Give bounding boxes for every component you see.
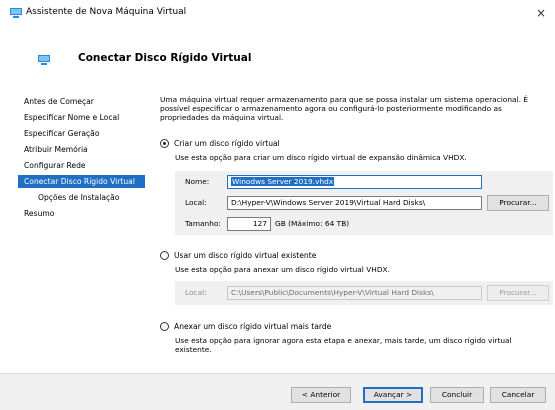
monitor-icon bbox=[10, 8, 22, 18]
vhd-size-field[interactable]: 127 bbox=[227, 217, 271, 231]
sidebar-item-generation[interactable]: Especificar Geração bbox=[18, 127, 145, 140]
existing-browse-button[interactable]: Procurar... bbox=[487, 285, 549, 301]
location-label: Local: bbox=[185, 198, 207, 207]
size-label: Tamanho: bbox=[185, 219, 221, 228]
use-existing-vhd-group: Local: C:\Users\Public\Documents\Hyper-V… bbox=[175, 281, 553, 305]
create-vhd-radio[interactable]: Criar um disco rígido virtual bbox=[160, 139, 280, 148]
vhd-name-value: Winodws Server 2019.vhdx bbox=[231, 177, 335, 186]
page-title: Conectar Disco Rígido Virtual bbox=[78, 52, 252, 64]
attach-later-label: Anexar um disco rígido virtual mais tard… bbox=[174, 322, 332, 331]
sidebar-item-installation-options[interactable]: Opções de Instalação bbox=[18, 191, 145, 204]
use-existing-vhd-label: Usar um disco rígido virtual existente bbox=[174, 251, 317, 260]
existing-location-field[interactable]: C:\Users\Public\Documents\Hyper-V\Virtua… bbox=[227, 286, 482, 300]
attach-later-hint: Use esta opção para ignorar agora esta e… bbox=[175, 336, 512, 354]
previous-button[interactable]: < Anterior bbox=[291, 387, 351, 403]
radio-unchecked-icon[interactable] bbox=[160, 251, 169, 260]
window-title: Assistente de Nova Máquina Virtual bbox=[26, 7, 187, 17]
radio-checked-icon[interactable] bbox=[160, 139, 169, 148]
sidebar-item-network[interactable]: Configurar Rede bbox=[18, 159, 145, 172]
next-button[interactable]: Avançar > bbox=[363, 387, 423, 403]
sidebar-item-connect-vhd[interactable]: Conectar Disco Rígido Virtual bbox=[18, 175, 145, 188]
vhd-name-field[interactable]: Winodws Server 2019.vhdx bbox=[227, 175, 482, 189]
browse-button[interactable]: Procurar... bbox=[487, 195, 549, 211]
close-icon[interactable]: × bbox=[530, 2, 552, 24]
monitor-icon bbox=[38, 55, 50, 65]
vhd-location-field[interactable]: D:\Hyper-V\Windows Server 2019\Virtual H… bbox=[227, 196, 482, 210]
footer-bar: < Anterior Avançar > Concluir Cancelar bbox=[0, 373, 555, 410]
cancel-button[interactable]: Cancelar bbox=[490, 387, 546, 403]
use-existing-vhd-hint: Use esta opção para anexar um disco rígi… bbox=[175, 265, 390, 274]
sidebar-item-summary[interactable]: Resumo bbox=[18, 207, 145, 220]
create-vhd-label: Criar um disco rígido virtual bbox=[174, 139, 280, 148]
finish-button[interactable]: Concluir bbox=[430, 387, 484, 403]
size-unit-text: GB (Máximo: 64 TB) bbox=[275, 219, 350, 228]
sidebar-item-name-location[interactable]: Especificar Nome e Local bbox=[18, 111, 145, 124]
name-label: Nome: bbox=[185, 177, 210, 186]
sidebar-item-memory[interactable]: Atribuir Memória bbox=[18, 143, 145, 156]
sidebar-item-before-you-begin[interactable]: Antes de Começar bbox=[18, 95, 145, 108]
create-vhd-hint: Use esta opção para criar um disco rígid… bbox=[175, 153, 467, 162]
title-bar: Assistente de Nova Máquina Virtual × bbox=[0, 0, 555, 28]
use-existing-vhd-radio[interactable]: Usar um disco rígido virtual existente bbox=[160, 251, 316, 260]
create-vhd-group: Nome: Winodws Server 2019.vhdx Local: D:… bbox=[175, 171, 553, 235]
description-text: Uma máquina virtual requer armazenamento… bbox=[160, 95, 528, 122]
attach-later-radio[interactable]: Anexar um disco rígido virtual mais tard… bbox=[160, 322, 331, 331]
existing-location-label: Local: bbox=[185, 288, 207, 297]
radio-unchecked-icon[interactable] bbox=[160, 322, 169, 331]
